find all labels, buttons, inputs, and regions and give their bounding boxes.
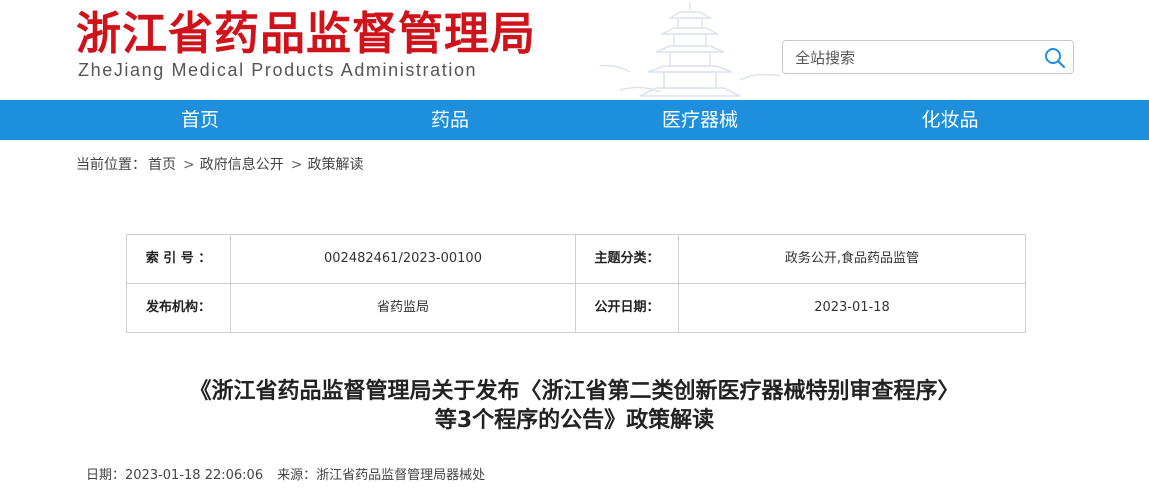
publisher-value: 省药监局 [376,300,429,315]
breadcrumb-link-policy[interactable]: 政策解读 [307,157,363,173]
nav-item-drugs[interactable]: 药品 [370,100,530,140]
site-logo-english: ZheJiang Medical Products Administration [78,60,478,80]
article-date-label: 日期： [86,468,126,483]
search-input[interactable] [793,46,1037,70]
breadcrumb-link-gov-info[interactable]: 政府信息公开 [200,157,284,173]
nav-item-cosmetics[interactable]: 化妆品 [870,100,1030,140]
publish-date-label: 公开日期： [594,300,660,315]
article-source-value: 浙江省药品监督管理局器械处 [316,468,486,483]
index-number-value: 002482461/2023-00100 [324,251,482,266]
nav-item-medical-devices[interactable]: 医疗器械 [620,100,780,140]
main-nav: 首页 药品 医疗器械 化妆品 [0,100,1149,140]
pagoda-watermark [600,2,780,97]
article-title: 《浙江省药品监督管理局关于发布〈浙江省第二类创新医疗器械特别审查程序〉 等3个程… [60,377,1089,435]
publisher-label: 发布机构： [145,300,211,315]
nav-item-home[interactable]: 首页 [120,100,280,140]
article-title-line-1: 《浙江省药品监督管理局关于发布〈浙江省第二类创新医疗器械特别审查程序〉 [189,379,960,404]
breadcrumb-link-home[interactable]: 首页 [148,157,176,173]
site-logo-chinese[interactable]: 浙江省药品监督管理局 [76,6,536,62]
article-title-line-2: 等3个程序的公告》政策解读 [434,408,715,433]
article-meta: 日期：2023-01-18 22:06:06 来源：浙江省药品监督管理局器械处 [86,467,485,485]
subject-category-label: 主题分类： [594,251,660,266]
breadcrumb-prefix: 当前位置： [76,157,146,173]
search-box [782,40,1074,74]
breadcrumb-separator: > [183,157,195,173]
search-icon[interactable] [1043,46,1067,70]
breadcrumb: 当前位置： 首页 > 政府信息公开 > 政策解读 [76,155,365,175]
publish-date-value: 2023-01-18 [814,300,890,315]
index-number-label: 索 引 号 ： [145,251,212,266]
subject-category-value: 政务公开,食品药品监管 [784,251,920,266]
article-date-value: 2023-01-18 22:06:06 [125,468,264,483]
article-source-label: 来源： [277,468,317,483]
site-header: 浙江省药品监督管理局 ZheJiang Medical Products Adm… [0,0,1149,100]
info-table: 索 引 号 ： 002482461/2023-00100 主题分类： 政务公开,… [126,234,1026,333]
breadcrumb-separator: > [290,157,303,173]
